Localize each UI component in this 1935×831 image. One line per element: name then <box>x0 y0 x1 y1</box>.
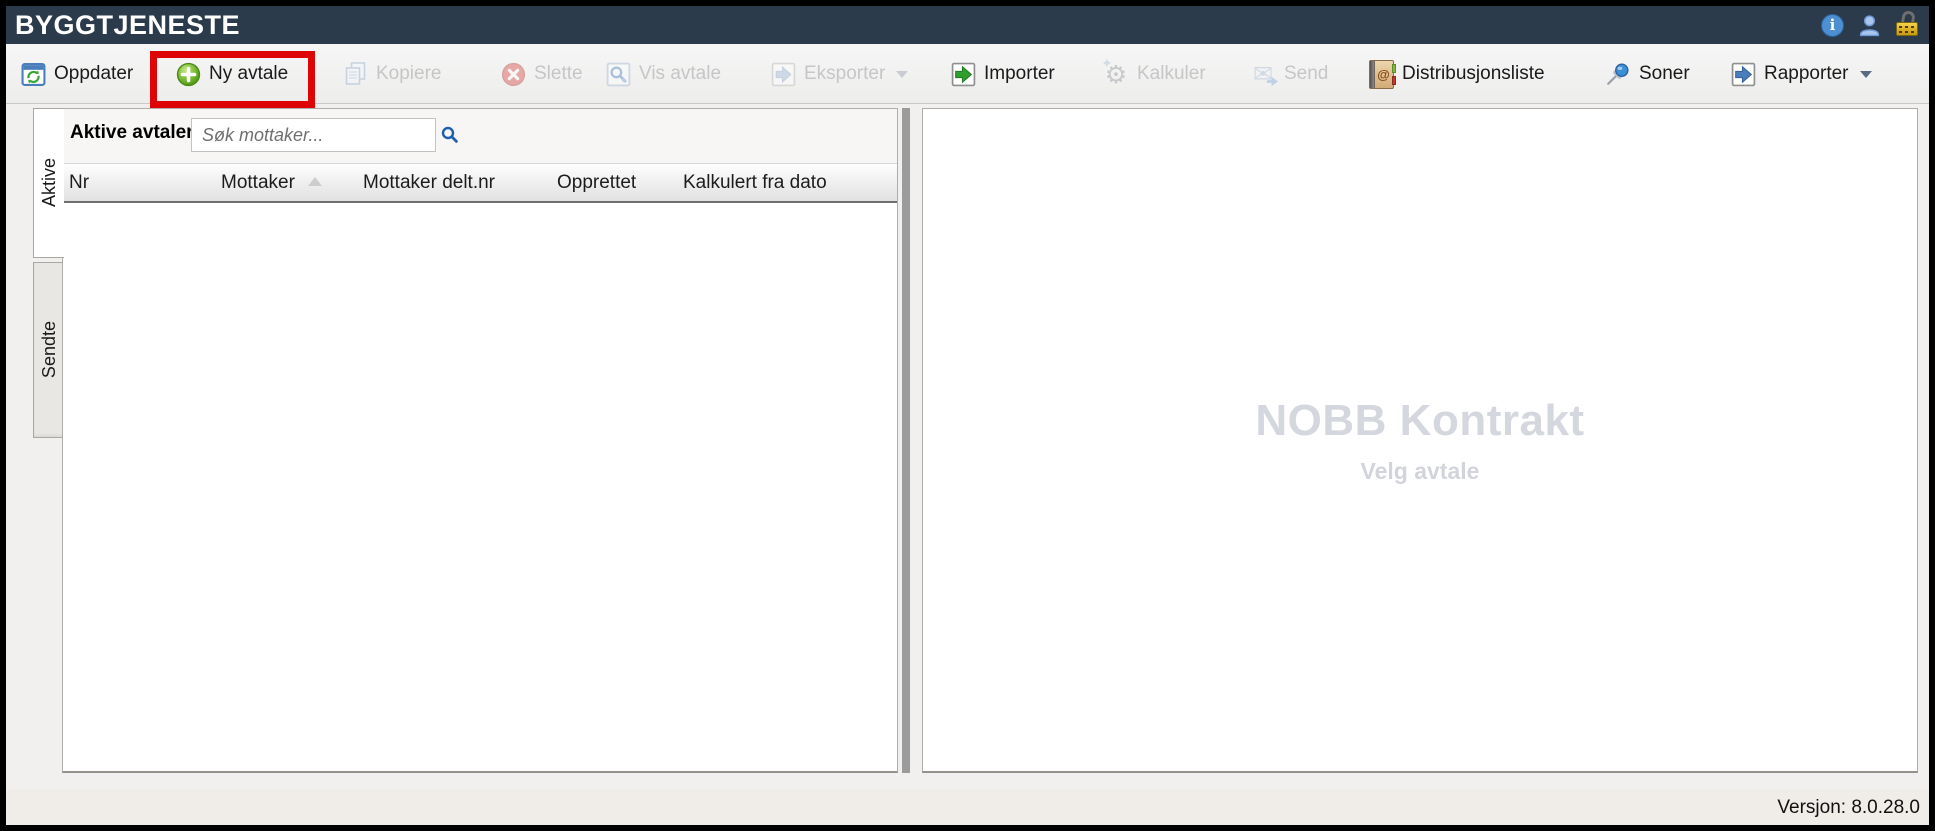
toolbar-button-label: Ny avtale <box>209 63 288 85</box>
titlebar: BYGGTJENESTE i <box>6 6 1929 44</box>
magnifier-box-icon <box>605 60 631 88</box>
red-x-circle-icon <box>500 60 526 88</box>
refresh-window-icon <box>20 60 46 88</box>
user-icon[interactable] <box>1857 12 1882 38</box>
toolbar-button-distribusjonsliste[interactable]: @ Distribusjonsliste <box>1368 44 1545 104</box>
toolbar-button-label: Slette <box>534 63 583 85</box>
toolbar-button-slette[interactable]: Slette <box>500 44 583 104</box>
toolbar-button-label: Kopiere <box>376 63 442 85</box>
tab-aktive-label: Aktive <box>39 158 60 207</box>
toolbar-button-label: Vis avtale <box>639 63 721 85</box>
panel-title: Aktive avtaler <box>70 122 194 144</box>
tab-sendte-label: Sendte <box>39 321 60 378</box>
toolbar-button-eksporter[interactable]: Eksporter <box>770 44 908 104</box>
toolbar-button-soner[interactable]: Soner <box>1605 44 1690 104</box>
app-title: BYGGTJENESTE <box>6 10 240 41</box>
column-header-mottaker[interactable]: Mottaker <box>221 164 295 202</box>
toolbar-button-kopiere[interactable]: Kopiere <box>342 44 442 104</box>
toolbar-button-send[interactable]: ✉ Send <box>1250 44 1328 104</box>
application-window: BYGGTJENESTE i <box>6 6 1929 825</box>
search-input[interactable] <box>192 125 440 146</box>
column-header-nr[interactable]: Nr <box>69 164 89 202</box>
version-label: Versjon: 8.0.28.0 <box>1777 797 1929 819</box>
search-icon[interactable] <box>440 125 460 145</box>
toolbar-button-label: Oppdater <box>54 63 133 85</box>
envelope-arrow-icon: ✉ <box>1250 60 1276 88</box>
green-plus-circle-icon <box>175 60 201 88</box>
chevron-down-icon <box>1860 71 1872 78</box>
toolbar-button-label: Importer <box>984 63 1055 85</box>
toolbar: Oppdater Ny avtale <box>6 44 1929 104</box>
chevron-down-icon <box>896 71 908 78</box>
toolbar-button-rapporter[interactable]: Rapporter <box>1730 44 1872 104</box>
toolbar-button-label: Soner <box>1639 63 1690 85</box>
tab-sendte[interactable]: Sendte <box>33 262 64 438</box>
green-arrow-box-icon <box>950 60 976 88</box>
watermark-subtitle: Velg avtale <box>1361 458 1480 485</box>
toolbar-button-label: Eksporter <box>804 63 885 85</box>
agreements-panel: Aktive avtaler Nr Mottaker Mottaker delt… <box>62 108 898 773</box>
sort-ascending-icon <box>308 177 322 186</box>
gears-icon: ⚙ ✦ <box>1103 60 1129 88</box>
toolbar-button-kalkuler[interactable]: ⚙ ✦ Kalkuler <box>1103 44 1206 104</box>
status-bar: Versjon: 8.0.28.0 <box>6 790 1929 825</box>
toolbar-button-importer[interactable]: Importer <box>950 44 1055 104</box>
agreements-panel-header: Aktive avtaler <box>63 109 897 163</box>
pushpin-icon <box>1605 60 1631 88</box>
column-header-opprettet[interactable]: Opprettet <box>557 164 636 202</box>
toolbar-button-label: Distribusjonsliste <box>1402 63 1545 85</box>
toolbar-button-label: Send <box>1284 63 1328 85</box>
toolbar-button-vis-avtale[interactable]: Vis avtale <box>605 44 721 104</box>
column-header-kalkulert-fra-dato[interactable]: Kalkulert fra dato <box>683 164 827 202</box>
tab-aktive[interactable]: Aktive <box>33 108 64 258</box>
toolbar-button-label: Kalkuler <box>1137 63 1206 85</box>
panel-splitter[interactable] <box>902 108 910 773</box>
search-box <box>191 118 436 152</box>
address-book-icon: @ <box>1368 60 1394 88</box>
column-header-mottaker-delt-nr[interactable]: Mottaker delt.nr <box>363 164 495 202</box>
unlocked-padlock-icon[interactable] <box>1895 13 1919 37</box>
toolbar-button-ny-avtale[interactable]: Ny avtale <box>175 44 288 104</box>
watermark-title: NOBB Kontrakt <box>1255 396 1584 446</box>
toolbar-button-label: Rapporter <box>1764 63 1849 85</box>
agreements-table-body[interactable] <box>63 203 897 771</box>
copy-pages-icon <box>342 60 368 88</box>
detail-panel: NOBB Kontrakt Velg avtale <box>922 108 1918 773</box>
titlebar-icons: i <box>1821 6 1919 44</box>
toolbar-button-oppdater[interactable]: Oppdater <box>20 44 133 104</box>
blue-arrow-box-icon <box>770 60 796 88</box>
table-header: Nr Mottaker Mottaker delt.nr Opprettet K… <box>63 163 897 203</box>
info-icon[interactable]: i <box>1821 14 1844 37</box>
blue-arrow-box-icon <box>1730 60 1756 88</box>
